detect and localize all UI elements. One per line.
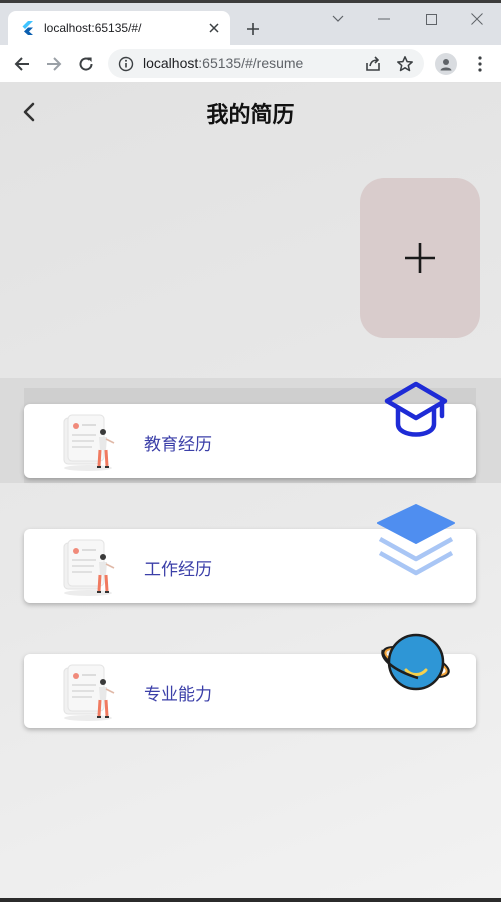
browser-menu-icon[interactable] [472, 53, 488, 75]
app-viewport: 我的简历 教育经历 工作经历 专业能力 [0, 83, 501, 898]
section-label: 工作经历 [144, 560, 212, 580]
section-label: 教育经历 [144, 435, 212, 455]
browser-toolbar: localhost:65135/#/resume [0, 45, 501, 83]
tab-close-icon[interactable] [206, 20, 222, 36]
address-bar[interactable]: localhost:65135/#/resume [108, 49, 424, 78]
window-bottom-edge [0, 898, 501, 902]
site-info-icon[interactable] [118, 56, 134, 72]
back-arrow-icon[interactable] [11, 53, 33, 75]
profile-avatar-icon[interactable] [435, 53, 457, 75]
minimize-icon[interactable] [372, 9, 396, 29]
browser-tab[interactable]: localhost:65135/#/ [8, 11, 230, 45]
tab-search-chevron-icon[interactable] [326, 9, 350, 29]
section-label: 专业能力 [144, 685, 212, 705]
reload-icon[interactable] [75, 53, 97, 75]
resume-illustration-icon [63, 664, 115, 721]
maximize-icon[interactable] [419, 9, 443, 29]
resume-illustration-icon [63, 539, 115, 596]
url-text[interactable]: localhost:65135/#/resume [143, 55, 303, 71]
resume-illustration-icon [63, 414, 115, 471]
add-button[interactable] [360, 178, 480, 338]
planet-icon [381, 633, 450, 691]
bookmark-star-icon[interactable] [396, 55, 414, 73]
window-close-icon[interactable] [465, 9, 489, 29]
new-tab-icon[interactable] [243, 19, 263, 39]
tab-strip: localhost:65135/#/ [0, 3, 501, 45]
page-title: 我的简历 [206, 103, 295, 128]
flutter-favicon-icon [20, 21, 34, 35]
url-path: :65135/#/resume [198, 55, 304, 71]
url-host: localhost [143, 55, 199, 71]
share-icon[interactable] [364, 55, 382, 73]
forward-arrow-icon[interactable] [43, 53, 65, 75]
layers-icon [377, 504, 455, 576]
plus-icon [405, 243, 435, 273]
graduation-cap-icon [384, 381, 448, 437]
tab-title: localhost:65135/#/ [44, 21, 142, 35]
